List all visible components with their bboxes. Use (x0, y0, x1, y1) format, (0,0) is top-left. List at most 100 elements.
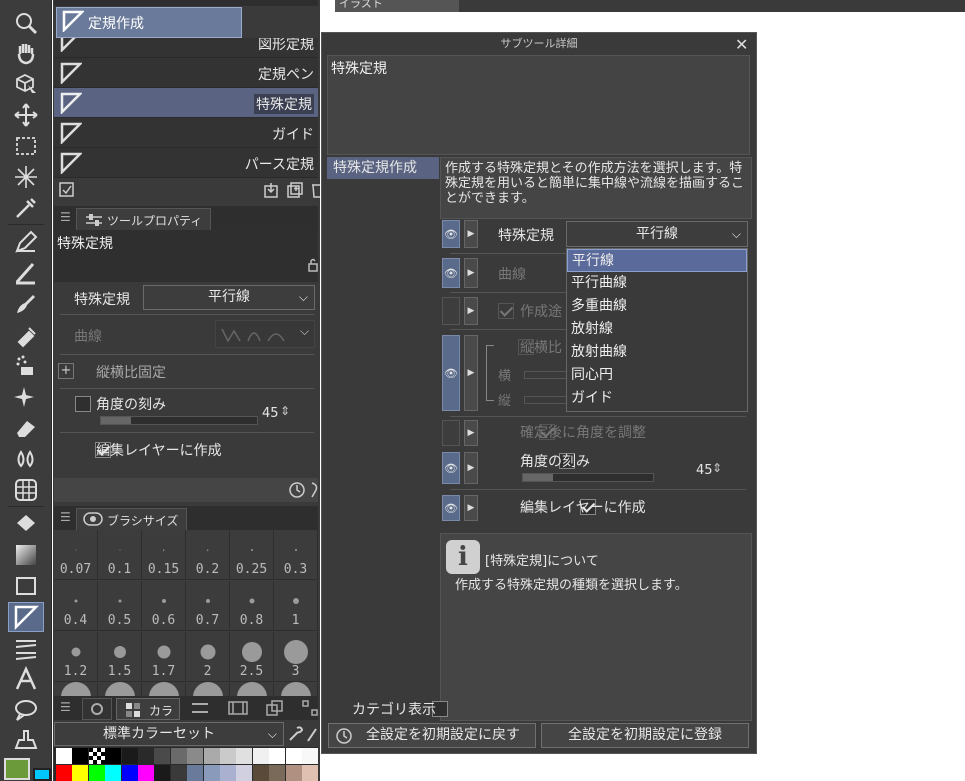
reset-all-button[interactable]: 全設定を初期設定に戻す (328, 723, 536, 748)
show-in-property-toggle[interactable]: 👁 (442, 335, 460, 411)
brush-size-cell[interactable]: 0.7 (186, 581, 230, 631)
width-slider[interactable] (524, 371, 568, 379)
brush-size-cell[interactable] (142, 682, 186, 696)
color-swatch[interactable] (154, 765, 171, 781)
wrench-icon[interactable] (310, 481, 318, 499)
panel-menu-icon[interactable]: ☰ (60, 510, 71, 524)
color-swatch[interactable] (252, 765, 269, 781)
brush-size-cell[interactable]: 0.1 (98, 530, 142, 580)
brush-size-cell[interactable]: 1 (274, 581, 318, 631)
color-swatch[interactable] (154, 748, 171, 764)
color-swatch[interactable] (252, 748, 269, 764)
expand-arrow[interactable]: ▶ (464, 258, 478, 288)
pen-tool[interactable] (8, 227, 44, 257)
subtool-item-ruler-create[interactable]: 定規作成 (54, 6, 318, 38)
brush-size-cell[interactable]: 0.25 (230, 530, 274, 580)
eraser-tool[interactable] (8, 413, 44, 443)
nodes-icon[interactable] (302, 700, 318, 716)
brush-size-cell[interactable]: 2 (186, 632, 230, 682)
show-in-property-toggle[interactable] (442, 420, 460, 446)
main-color-swatch[interactable] (4, 758, 30, 780)
text-tool[interactable] (8, 664, 44, 694)
color-swatch[interactable] (236, 765, 253, 781)
brush-size-cell[interactable]: 2.5 (230, 632, 274, 682)
angle-step-slider[interactable] (100, 416, 258, 425)
color-swatch[interactable] (285, 765, 302, 781)
color-swatch[interactable] (72, 765, 89, 781)
pencil-tool[interactable] (8, 258, 44, 288)
color-swatch[interactable] (138, 765, 154, 781)
color-swatch[interactable] (88, 765, 105, 781)
expand-arrow[interactable]: ▶ (464, 420, 478, 446)
color-swatch[interactable] (121, 765, 138, 781)
film-icon[interactable] (228, 700, 248, 716)
brush-size-cell[interactable]: 0.3 (274, 530, 318, 580)
correction-tool[interactable] (8, 726, 44, 756)
color-swatch[interactable] (56, 748, 72, 764)
subtool-item-figure-ruler[interactable]: 図形定規 (54, 38, 318, 58)
move-tool[interactable] (8, 100, 44, 130)
eyedropper-icon[interactable] (306, 725, 318, 743)
brush-size-cell[interactable]: 0.6 (142, 581, 186, 631)
brush-size-cell[interactable]: 0.4 (54, 581, 98, 631)
subtool-item-guide[interactable]: ガイド (54, 118, 318, 148)
brush-size-cell[interactable] (186, 682, 230, 696)
brush-size-cell[interactable]: 1.7 (142, 632, 186, 682)
brush-tool[interactable] (8, 289, 44, 319)
brush-size-cell[interactable] (54, 682, 98, 696)
brush-size-cell[interactable]: 1.5 (98, 632, 142, 682)
frame-border-tool[interactable] (8, 633, 44, 663)
tab-brush-size[interactable]: ブラシサイズ (76, 508, 188, 530)
color-swatch[interactable] (203, 765, 220, 781)
register-all-button[interactable]: 全設定を初期設定に登録 (541, 723, 749, 748)
color-set-select[interactable]: 標準カラーセット ⌵ (54, 722, 284, 746)
decoration-tool[interactable] (8, 351, 44, 381)
gradient-tool[interactable] (8, 540, 44, 570)
expand-arrow[interactable]: ▶ (464, 297, 478, 325)
panel-menu-icon[interactable]: ☰ (60, 210, 71, 224)
brush-size-cell[interactable]: 0.5 (98, 581, 142, 631)
color-swatch[interactable] (269, 765, 286, 781)
sub-color-swatch[interactable] (33, 768, 51, 781)
color-swatch[interactable] (121, 748, 138, 764)
color-swatch[interactable] (138, 748, 154, 764)
subtool-settings-icon[interactable] (58, 181, 76, 199)
close-icon[interactable]: ✕ (735, 35, 748, 54)
lock-icon[interactable] (308, 258, 318, 272)
hand-tool[interactable] (8, 38, 44, 68)
brush-size-cell[interactable]: 3 (274, 632, 318, 682)
panel-menu-icon[interactable]: ☰ (60, 700, 71, 714)
dropdown-option[interactable]: ガイド (567, 387, 747, 410)
duplicate-subtool-icon[interactable] (262, 181, 280, 199)
color-swatch[interactable] (187, 765, 204, 781)
dialog-special-ruler-select[interactable]: 平行線 ⌵ (566, 221, 748, 247)
color-slider-icon[interactable] (190, 700, 210, 716)
brush-size-cell[interactable] (274, 682, 318, 696)
expand-arrow[interactable]: ▶ (464, 452, 478, 484)
top-menu-button[interactable]: イラスト (335, 0, 459, 12)
dropdown-option[interactable]: 平行曲線 (567, 272, 747, 295)
show-in-property-toggle[interactable] (442, 297, 460, 325)
color-swatch[interactable] (220, 748, 236, 764)
expand-arrow[interactable]: ▶ (464, 335, 478, 411)
color-swatch[interactable] (236, 748, 253, 764)
color-swatch[interactable] (105, 765, 122, 781)
frame-tool[interactable] (8, 475, 44, 505)
subtool-item-ruler-pen[interactable]: 定規ペン (54, 58, 318, 88)
color-swatch[interactable] (88, 748, 105, 764)
object-tool[interactable] (8, 69, 44, 99)
brush-size-cell[interactable] (98, 682, 142, 696)
brush-size-cell[interactable]: 1.2 (54, 632, 98, 682)
show-in-property-toggle[interactable]: 👁 (442, 495, 460, 521)
fill-tool[interactable] (8, 509, 44, 539)
dropdown-option[interactable]: 多重曲線 (567, 295, 747, 318)
category-item-special-ruler[interactable]: 特殊定規作成 (327, 157, 439, 179)
clock-icon[interactable] (288, 481, 306, 499)
special-ruler-select[interactable]: 平行線 ⌵ (143, 285, 315, 310)
color-swatch[interactable] (170, 765, 187, 781)
brush-size-cell[interactable]: 0.2 (186, 530, 230, 580)
airbrush-tool[interactable] (8, 320, 44, 350)
dropdown-option[interactable]: 放射曲線 (567, 341, 747, 364)
color-swatch[interactable] (105, 748, 122, 764)
delete-subtool-icon[interactable] (310, 181, 320, 199)
